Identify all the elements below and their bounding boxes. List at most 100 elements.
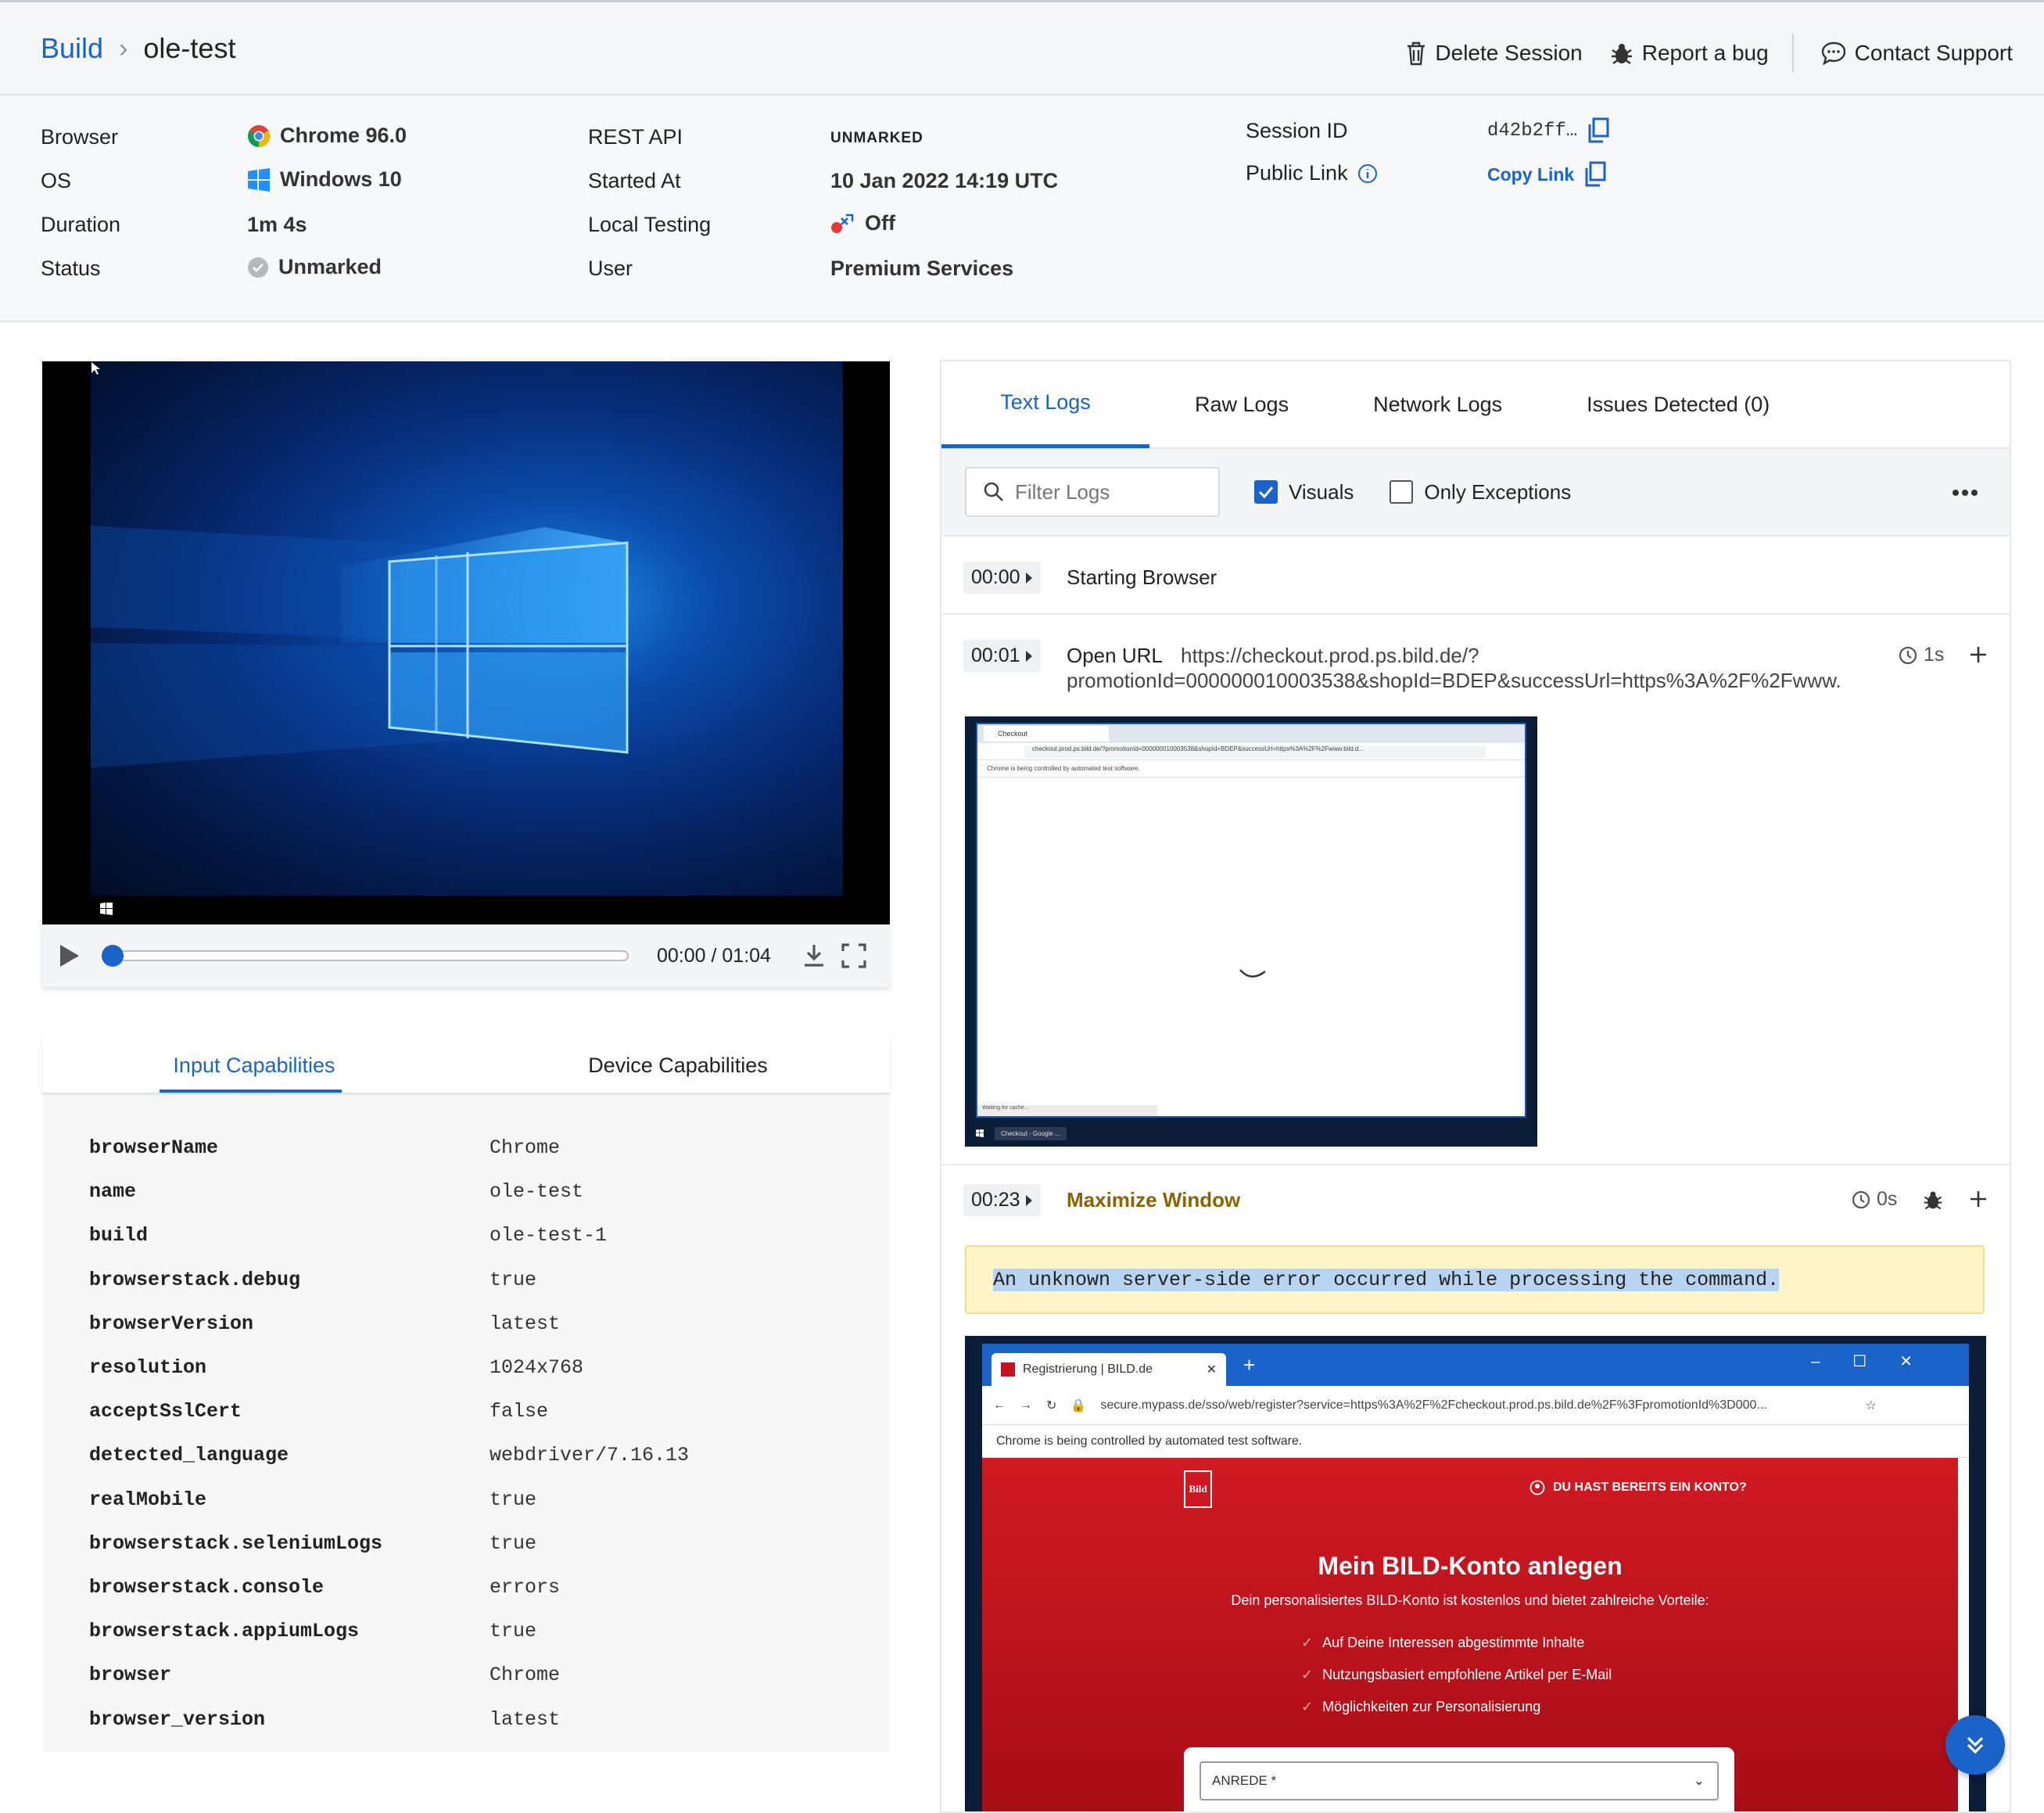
capability-key: browserstack.appiumLogs xyxy=(89,1620,360,1643)
expand-plus-icon[interactable] xyxy=(1970,646,1987,663)
contact-support-button[interactable]: Contact Support xyxy=(1820,41,2013,66)
user-circle-icon xyxy=(1529,1480,1545,1495)
status-text: Waiting for cache... xyxy=(977,1105,1157,1116)
address-bar: checkout.prod.ps.bild.de/?promotionId=00… xyxy=(1024,745,1486,758)
rest-api-label: REST API xyxy=(588,125,683,149)
started-at-label: Started At xyxy=(588,169,681,192)
capability-key: acceptSslCert xyxy=(89,1400,242,1423)
bild-logo-text: Bild xyxy=(1189,1483,1207,1495)
expand-plus-icon[interactable] xyxy=(1970,1190,1987,1208)
benefit-item: ✓ Möglichkeiten zur Personalisierung xyxy=(1301,1691,1612,1723)
logs-filter-bar: Filter Logs Visuals Only Exceptions xyxy=(941,449,2010,537)
tab-text-logs[interactable]: Text Logs xyxy=(941,361,1149,448)
log-text: Open URL xyxy=(1067,644,1163,667)
log-time: 00:00 xyxy=(971,566,1020,588)
video-seek-bar[interactable] xyxy=(102,945,629,967)
benefit-item: ✓ Nutzungsbasiert empfohlene Artikel per … xyxy=(1301,1659,1612,1691)
capability-key: browserstack.seleniumLogs xyxy=(89,1531,383,1555)
seek-handle[interactable] xyxy=(102,945,124,967)
capability-value: true xyxy=(489,1620,537,1643)
video-player[interactable] xyxy=(42,361,890,924)
visuals-checkbox[interactable]: Visuals xyxy=(1254,480,1354,504)
scroll-down-button[interactable] xyxy=(1945,1715,2005,1775)
tab-input-capabilities[interactable]: Input Capabilities xyxy=(42,1036,466,1093)
video-controls: 00:00 / 01:04 xyxy=(42,924,890,987)
tab-network-logs[interactable]: Network Logs xyxy=(1347,361,1529,448)
copy-icon xyxy=(1585,161,1606,187)
tab-issues-detected[interactable]: Issues Detected (0) xyxy=(1560,361,1796,448)
local-testing-label: Local Testing xyxy=(588,213,712,236)
capability-row: browserstack.seleniumLogs true xyxy=(89,1532,536,1555)
log-time: 00:01 xyxy=(971,644,1020,666)
tab-raw-logs[interactable]: Raw Logs xyxy=(1168,361,1315,448)
double-chevron-down-icon xyxy=(1967,1736,1984,1754)
log-entry: 00:00 Starting Browser xyxy=(941,537,2010,615)
more-options-icon[interactable] xyxy=(1952,489,1978,497)
log-screenshot-registration[interactable]: Registrierung | BILD.de ✕ + –☐✕ ← → ↻ 🔒 se… xyxy=(965,1336,1986,1811)
breadcrumb-build-link[interactable]: Build xyxy=(41,32,103,65)
capability-row: browserName Chrome xyxy=(89,1136,560,1159)
filter-logs-input[interactable]: Filter Logs xyxy=(965,467,1220,517)
visuals-label: Visuals xyxy=(1289,479,1354,504)
capability-row: realMobile true xyxy=(89,1488,536,1511)
existing-account-link: DU HAST BEREITS EIN KONTO? xyxy=(1553,1481,1747,1494)
logs-tabs: Text Logs Raw Logs Network Logs Issues D… xyxy=(941,361,2010,449)
status-value: Unmarked xyxy=(278,255,382,278)
chat-icon xyxy=(1821,41,1845,66)
duration-label: Duration xyxy=(41,213,121,236)
browser-tab: Registrierung | BILD.de xyxy=(1023,1362,1153,1376)
log-timestamp[interactable]: 00:23 xyxy=(963,1184,1041,1216)
start-button-icon xyxy=(100,903,113,915)
log-url: https://checkout.prod.ps.bild.de/? xyxy=(1181,644,1479,667)
download-icon[interactable] xyxy=(802,943,826,968)
salutation-select: ANREDE * xyxy=(1212,1773,1277,1788)
breadcrumb: Build › ole-test xyxy=(41,32,235,65)
fullscreen-icon[interactable] xyxy=(841,943,866,968)
new-tab-icon: + xyxy=(1243,1353,1256,1377)
log-timestamp[interactable]: 00:01 xyxy=(963,640,1041,672)
capability-key: realMobile xyxy=(89,1488,207,1511)
registration-heading: Mein BILD-Konto anlegen xyxy=(1318,1552,1623,1580)
capability-row: browserVersion latest xyxy=(89,1312,560,1335)
log-text: Starting Browser xyxy=(1067,565,1217,589)
benefit-text: Nutzungsbasiert empfohlene Artikel per E… xyxy=(1322,1667,1612,1682)
chrome-icon xyxy=(248,124,270,147)
capability-row: browser_version latest xyxy=(89,1708,560,1731)
duration-value: 1m 4s xyxy=(247,213,307,236)
tab-device-capabilities[interactable]: Device Capabilities xyxy=(466,1036,890,1093)
capability-key: resolution xyxy=(89,1356,207,1379)
status-label: Status xyxy=(41,257,101,280)
capability-row: build ole-test-1 xyxy=(89,1224,607,1247)
log-screenshot-checkout[interactable]: Checkout checkout.prod.ps.bild.de/?promo… xyxy=(965,716,1537,1147)
local-testing-off-icon xyxy=(831,214,854,233)
user-value: Premium Services xyxy=(830,257,1014,280)
session-info-panel: Browser Chrome 96.0 OS Windows 10 Durati… xyxy=(0,95,2044,322)
delete-session-button[interactable]: Delete Session xyxy=(1405,41,1583,66)
play-icon[interactable] xyxy=(58,943,81,968)
report-bug-button[interactable]: Report a bug xyxy=(1609,41,1769,66)
capability-value: true xyxy=(489,1531,537,1555)
reload-icon: ↻ xyxy=(1046,1398,1057,1413)
windows-logo-wallpaper xyxy=(91,526,629,768)
check-circle-icon xyxy=(248,257,268,278)
copy-link-button[interactable]: Copy Link xyxy=(1487,161,1607,188)
info-icon[interactable] xyxy=(1357,163,1378,184)
start-button-icon xyxy=(976,1129,984,1137)
chevron-right-icon: › xyxy=(119,33,128,63)
log-time: 00:23 xyxy=(971,1189,1020,1211)
capability-key: browserstack.console xyxy=(89,1576,325,1599)
only-exceptions-checkbox[interactable]: Only Exceptions xyxy=(1390,480,1571,504)
bug-icon[interactable] xyxy=(1922,1189,1944,1211)
capability-value: Chrome xyxy=(489,1664,561,1687)
delete-session-label: Delete Session xyxy=(1435,41,1583,65)
copy-session-id-icon[interactable] xyxy=(1587,117,1610,144)
capability-value: false xyxy=(489,1400,549,1423)
log-timestamp[interactable]: 00:00 xyxy=(963,562,1041,594)
taskbar-item: Checkout - Google ... xyxy=(995,1126,1067,1140)
capability-row: browser Chrome xyxy=(89,1664,560,1686)
check-icon: ✓ xyxy=(1301,1635,1314,1650)
session-id-label: Session ID xyxy=(1246,119,1348,142)
capabilities-panel: Input Capabilities Device Capabilities b… xyxy=(42,1036,890,1752)
window-controls-icon: –☐✕ xyxy=(1811,1353,1945,1370)
capability-key: browserVersion xyxy=(89,1312,254,1335)
